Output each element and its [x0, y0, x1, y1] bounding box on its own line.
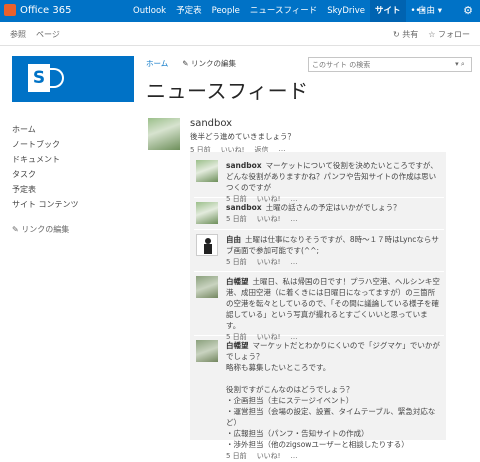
nav-skydrive[interactable]: SkyDrive [322, 0, 370, 22]
search-icon[interactable]: ▾ ⌕ [449, 60, 471, 69]
like-button[interactable]: いいね! [257, 214, 281, 225]
like-button[interactable]: いいね! [257, 257, 281, 268]
more-button[interactable]: … [291, 214, 298, 225]
home-link[interactable]: ホーム [146, 58, 168, 69]
avatar[interactable] [196, 160, 218, 182]
post-author[interactable]: sandbox [190, 118, 470, 129]
nav-calendar[interactable]: 予定表 [171, 0, 207, 22]
sharepoint-logo[interactable]: S [12, 56, 134, 102]
sharepoint-s-icon: S [28, 64, 50, 92]
reply-text: 土曜は仕事になりそうですが、8時～１７時はLyncならサブ画面で参加可能です(^… [226, 235, 439, 255]
reply-item: sandbox 土曜の話さんの予定はいかがでしょう？ 5 日前 いいね! … [194, 198, 444, 230]
search-box: ▾ ⌕ [308, 57, 472, 72]
reply-thread: sandbox マーケットについて役割を決めたいところですが、どんな役割があります… [190, 152, 446, 460]
reply-time[interactable]: 5 日前 [226, 257, 247, 268]
reply-author[interactable]: 自由 [226, 235, 241, 244]
reply-text: 土曜の話さんの予定はいかがでしょう？ [265, 203, 401, 212]
reply-time[interactable]: 5 日前 [226, 451, 247, 462]
tab-browse[interactable]: 参照 [10, 29, 26, 40]
reply-item: 自由 土曜は仕事になりそうですが、8時～１７時はLyncならサブ画面で参加可能です… [194, 230, 444, 272]
leftnav-documents[interactable]: ドキュメント [12, 152, 79, 167]
quick-launch: ホーム ノートブック ドキュメント タスク 予定表 サイト コンテンツ ✎ リン… [12, 122, 79, 237]
nav-people[interactable]: People [207, 0, 245, 22]
reply-text: 土曜日、私は帰国の日です！プラハ空港、ヘルシンキ空港、成田空港（に着くきには日曜… [226, 277, 440, 330]
follow-button[interactable]: ☆ フォロー [428, 29, 470, 40]
avatar[interactable] [148, 118, 180, 150]
reply-time[interactable]: 5 日前 [226, 214, 247, 225]
reply-author[interactable]: sandbox [226, 161, 262, 170]
follow-label: フォロー [438, 30, 470, 39]
tab-page[interactable]: ページ [36, 29, 60, 40]
reply-item: 白幡望 土曜日、私は帰国の日です！プラハ空港、ヘルシンキ空港、成田空港（に着くきに… [194, 272, 444, 341]
avatar[interactable] [196, 276, 218, 298]
nav-outlook[interactable]: Outlook [128, 0, 171, 22]
pencil-icon: ✎ [182, 59, 191, 68]
nav-sites[interactable]: サイト [370, 0, 406, 22]
office365-brand[interactable]: Office 365 [4, 4, 71, 16]
nav-newsfeed[interactable]: ニュースフィード [245, 0, 322, 22]
avatar[interactable] [196, 340, 218, 362]
leftnav-site-contents[interactable]: サイト コンテンツ [12, 197, 79, 212]
office-logo-icon [4, 4, 16, 16]
leftnav-tasks[interactable]: タスク [12, 167, 79, 182]
reply-item: 白幡望 マーケットだとわかりにくいので「ジグマケ」でいかがでしょう？ 略称も募集し… [194, 336, 444, 460]
like-button[interactable]: いいね! [257, 451, 281, 462]
leftnav-edit-links[interactable]: ✎ リンクの編集 [12, 222, 79, 237]
user-menu[interactable]: 自由 ▾ [418, 0, 442, 22]
reply-author[interactable]: 白幡望 [226, 277, 249, 286]
reply-item: sandbox マーケットについて役割を決めたいところですが、どんな役割があります… [194, 156, 444, 203]
search-input[interactable] [309, 60, 449, 69]
ribbon: 参照 ページ ↻ 共有 ☆ フォロー [0, 22, 480, 46]
sharepoint-arc-icon [50, 68, 64, 88]
reply-author[interactable]: sandbox [226, 203, 262, 212]
gear-icon[interactable]: ⚙ [456, 0, 480, 22]
edit-links-label: リンクの編集 [190, 59, 236, 68]
avatar[interactable] [196, 234, 218, 256]
page-header: ホーム ✎ リンクの編集 ニュースフィード [146, 58, 309, 104]
leftnav-calendar[interactable]: 予定表 [12, 182, 79, 197]
star-icon: ☆ [428, 30, 438, 39]
suite-nav: Outlook 予定表 People ニュースフィード SkyDrive サイト… [128, 0, 431, 22]
post-text: 後半どう進めていきましょう？ [190, 132, 295, 141]
reply-author[interactable]: 白幡望 [226, 341, 249, 350]
leftnav-home[interactable]: ホーム [12, 122, 79, 137]
leftnav-notebook[interactable]: ノートブック [12, 137, 79, 152]
pencil-icon: ✎ [12, 225, 22, 234]
edit-links-button[interactable]: ✎ リンクの編集 [182, 58, 236, 69]
suite-bar: Office 365 Outlook 予定表 People ニュースフィード S… [0, 0, 480, 22]
share-button[interactable]: ↻ 共有 [393, 29, 418, 40]
leftnav-edit-label: リンクの編集 [21, 225, 70, 234]
share-icon: ↻ [393, 30, 403, 39]
share-label: 共有 [402, 30, 419, 39]
more-button[interactable]: … [291, 257, 298, 268]
avatar[interactable] [196, 202, 218, 224]
more-button[interactable]: … [291, 451, 298, 462]
brand-label: Office 365 [20, 4, 72, 16]
page-title: ニュースフィード [146, 79, 309, 103]
reply-text: マーケットだとわかりにくいので「ジグマケ」でいかがでしょう？ 略称も募集したいと… [226, 341, 440, 449]
